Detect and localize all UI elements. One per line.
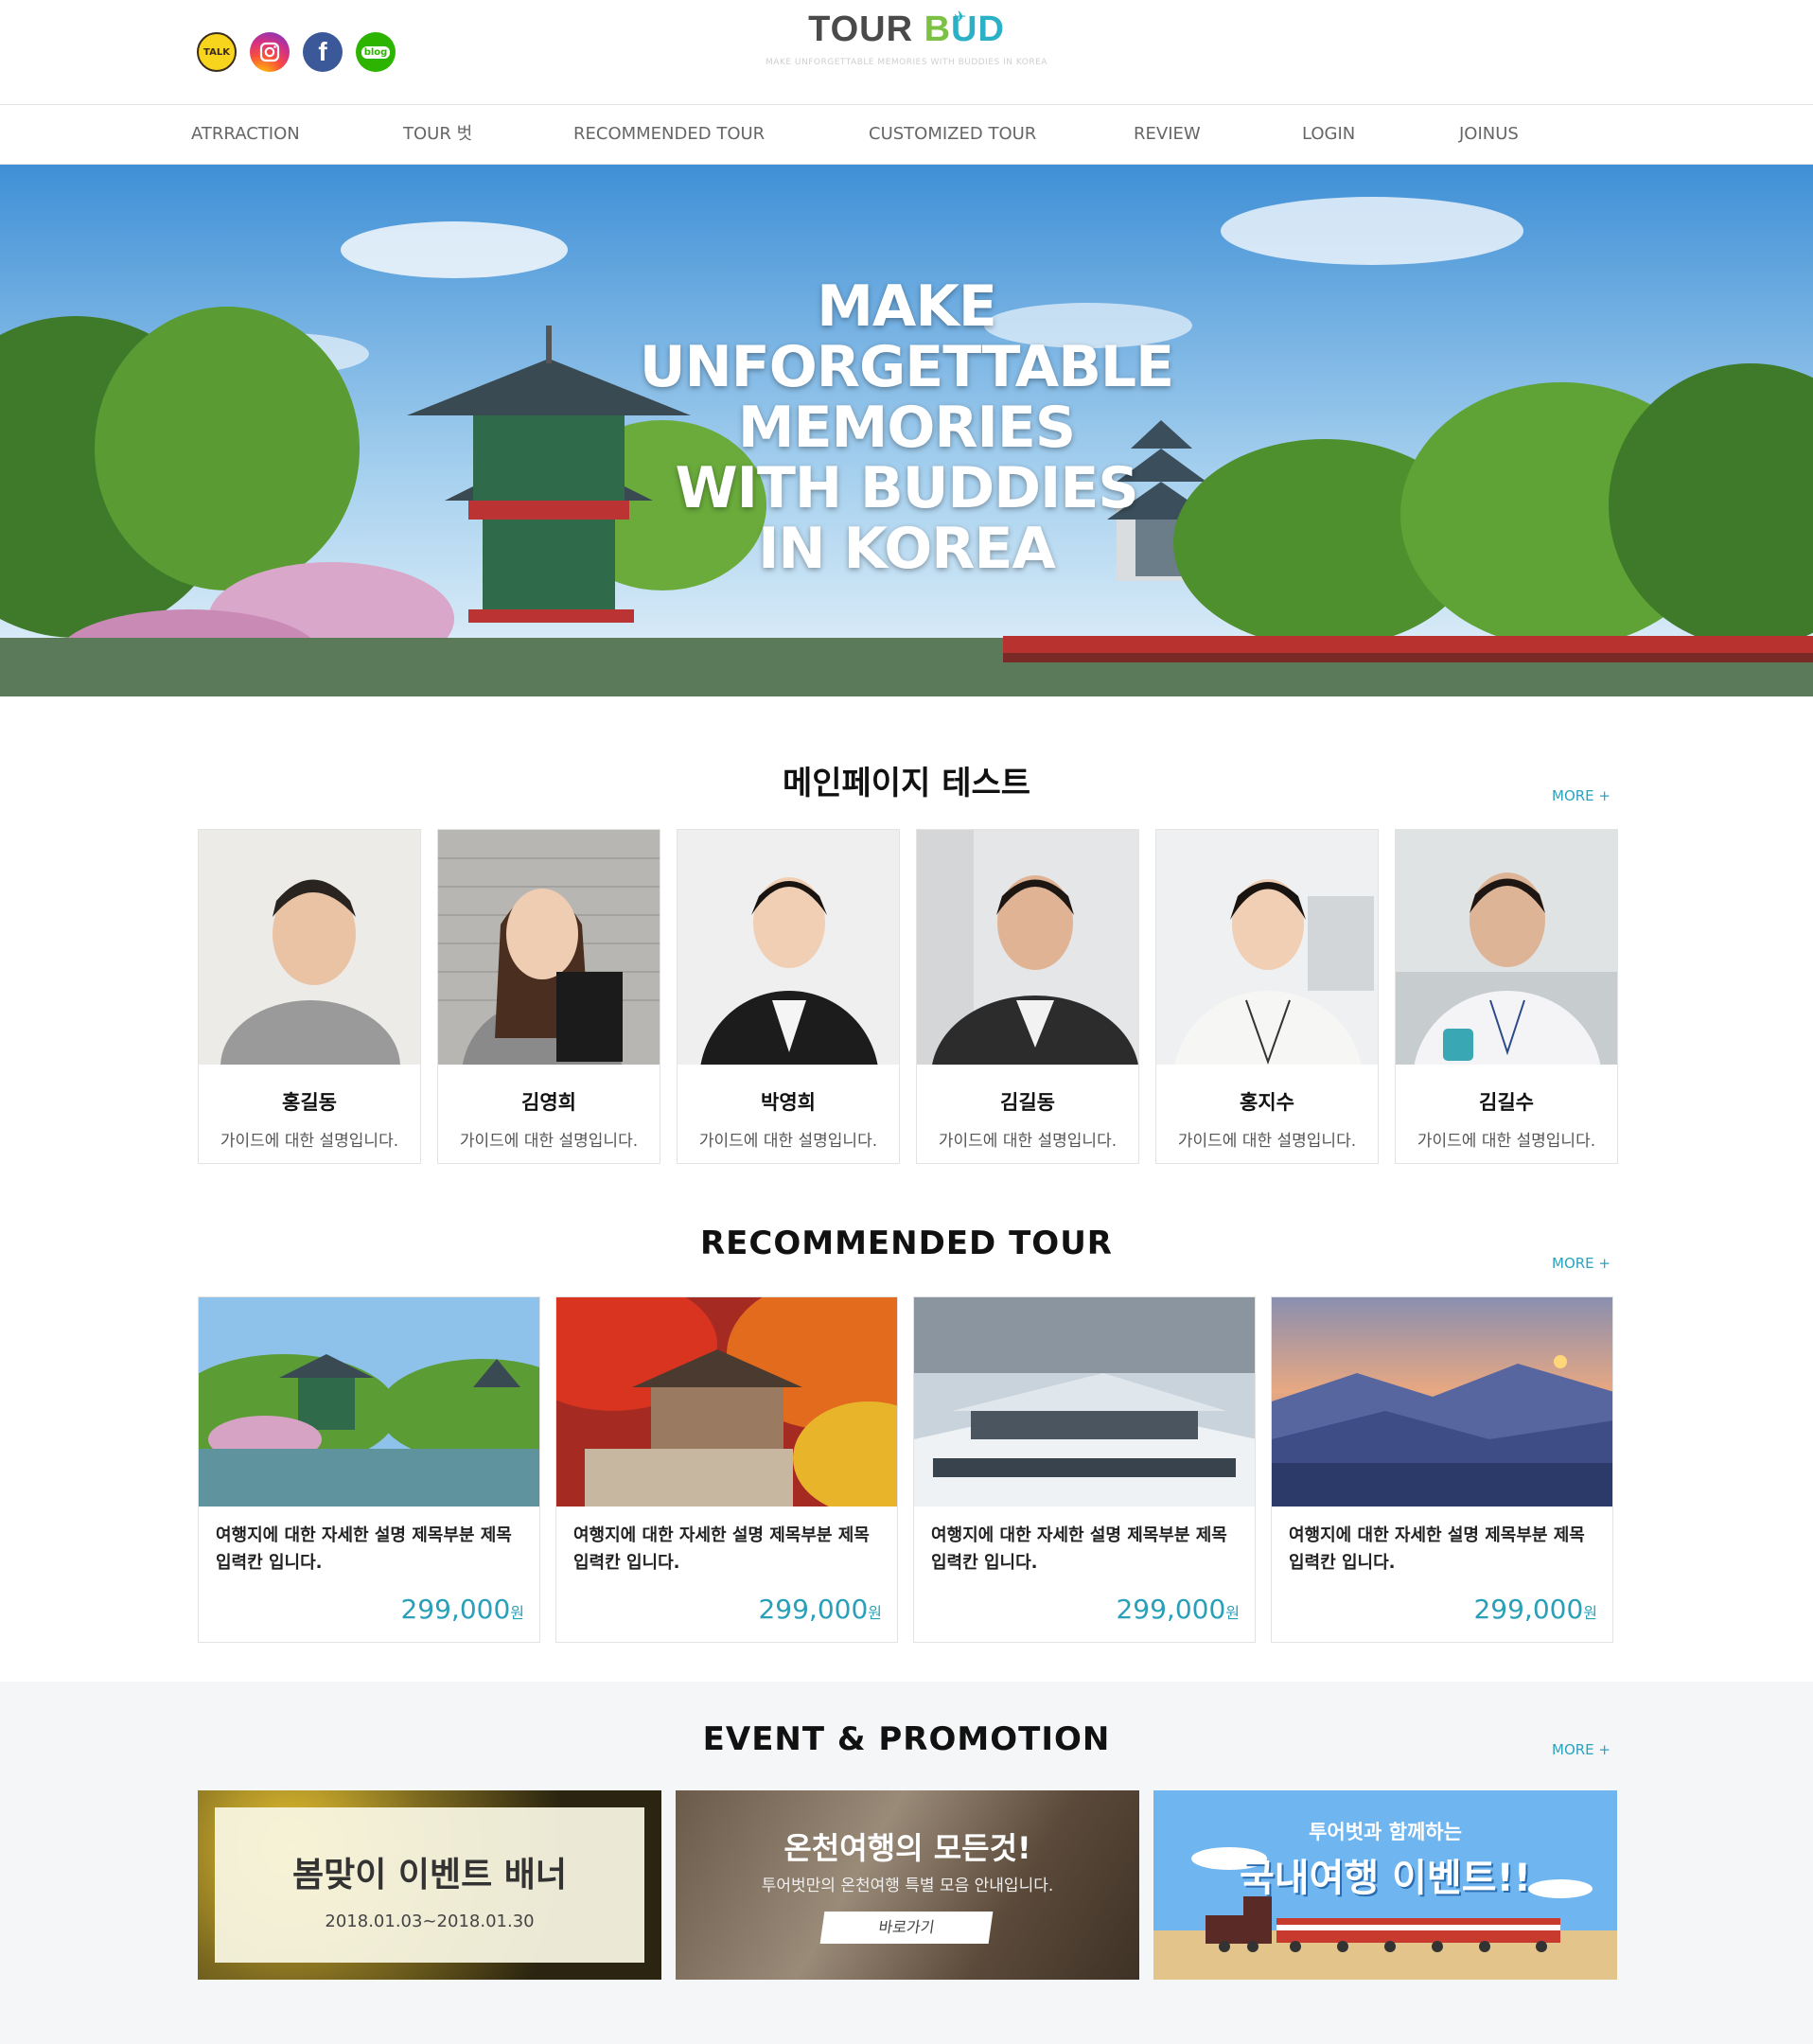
tour-price: 299,000원 <box>1473 1594 1597 1625</box>
guide-photo <box>438 830 660 1065</box>
tour-photo <box>1272 1297 1612 1507</box>
tour-price: 299,000원 <box>1116 1594 1240 1625</box>
hero-headline: MAKE UNFORGETTABLE MEMORIES WITH BUDDIES… <box>0 276 1813 579</box>
tour-price-value: 299,000 <box>1473 1594 1584 1625</box>
tour-desc: 여행지에 대한 자세한 설명 제목부분 제목 입력칸 입니다. <box>1289 1525 1585 1573</box>
guide-name: 박영희 <box>761 1091 816 1114</box>
tour-list: 여행지에 대한 자세한 설명 제목부분 제목 입력칸 입니다. 299,000원… <box>198 1296 1613 1643</box>
event-title: 국내여행 이벤트!! <box>1239 1857 1531 1900</box>
guide-desc: 가이드에 대한 설명입니다. <box>459 1132 639 1151</box>
tour-card[interactable]: 여행지에 대한 자세한 설명 제목부분 제목 입력칸 입니다. 299,000원 <box>198 1296 540 1643</box>
nav-customized-tour[interactable]: CUSTOMIZED TOUR <box>869 105 1036 164</box>
hero-line: IN KOREA <box>758 516 1056 582</box>
events-more-link[interactable]: MORE + <box>1552 1741 1611 1758</box>
guide-photo <box>678 830 899 1065</box>
event-banner-domestic[interactable]: 투어벗과 함께하는 국내여행 이벤트!! <box>1153 1790 1617 1980</box>
guide-card[interactable]: 홍길동 가이드에 대한 설명입니다. <box>198 829 421 1164</box>
guides-more-link[interactable]: MORE + <box>1552 787 1611 804</box>
guide-photo <box>199 830 420 1065</box>
hero-line: WITH BUDDIES <box>675 455 1138 521</box>
tour-photo <box>556 1297 897 1507</box>
guide-photo <box>917 830 1138 1065</box>
nav-login[interactable]: LOGIN <box>1302 105 1355 164</box>
guide-desc: 가이드에 대한 설명입니다. <box>220 1132 399 1151</box>
tour-price-unit: 원 <box>1583 1604 1597 1622</box>
guide-name: 김길수 <box>1479 1091 1534 1114</box>
event-date: 2018.01.03~2018.01.30 <box>325 1912 535 1931</box>
tour-price-unit: 원 <box>1225 1604 1240 1622</box>
guide-name: 김영희 <box>521 1091 576 1114</box>
tour-desc: 여행지에 대한 자세한 설명 제목부분 제목 입력칸 입니다. <box>573 1525 870 1573</box>
guide-name: 홍지수 <box>1240 1091 1294 1114</box>
tours-title: RECOMMENDED TOUR <box>699 1225 1113 1262</box>
hero-line: UNFORGETTABLE <box>639 334 1174 400</box>
tour-price-value: 299,000 <box>758 1594 869 1625</box>
main-nav: ATRRACTION TOUR 벗 RECOMMENDED TOUR CUSTO… <box>0 104 1813 165</box>
tours-more-link[interactable]: MORE + <box>1552 1255 1611 1272</box>
tour-photo <box>914 1297 1255 1507</box>
guide-card[interactable]: 김길동 가이드에 대한 설명입니다. <box>916 829 1139 1164</box>
tour-desc: 여행지에 대한 자세한 설명 제목부분 제목 입력칸 입니다. <box>931 1525 1227 1573</box>
guide-desc: 가이드에 대한 설명입니다. <box>938 1132 1118 1151</box>
event-title: 온천여행의 모든것! <box>783 1830 1031 1866</box>
event-banner-spring[interactable]: 봄맞이 이벤트 배너 2018.01.03~2018.01.30 <box>198 1790 661 1980</box>
hero-banner: MAKE UNFORGETTABLE MEMORIES WITH BUDDIES… <box>0 165 1813 696</box>
nav-joinus[interactable]: JOINUS <box>1459 105 1519 164</box>
guide-name: 김길동 <box>1000 1091 1055 1114</box>
guides-title: 메인페이지 테스트 <box>782 765 1031 802</box>
guide-desc: 가이드에 대한 설명입니다. <box>1177 1132 1357 1151</box>
tour-price-unit: 원 <box>510 1604 524 1622</box>
event-list: 봄맞이 이벤트 배너 2018.01.03~2018.01.30 온천여행의 모… <box>198 1790 1617 1980</box>
tour-price-value: 299,000 <box>400 1594 511 1625</box>
nav-review[interactable]: REVIEW <box>1134 105 1201 164</box>
guide-card[interactable]: 김길수 가이드에 대한 설명입니다. <box>1395 829 1618 1164</box>
guide-name: 홍길동 <box>282 1091 337 1114</box>
tour-price: 299,000원 <box>400 1594 524 1625</box>
guide-card[interactable]: 홍지수 가이드에 대한 설명입니다. <box>1155 829 1379 1164</box>
nav-recommended-tour[interactable]: RECOMMENDED TOUR <box>573 105 765 164</box>
tour-card[interactable]: 여행지에 대한 자세한 설명 제목부분 제목 입력칸 입니다. 299,000원 <box>913 1296 1256 1643</box>
nav-attraction[interactable]: ATRRACTION <box>191 105 300 164</box>
event-kicker: 투어벗과 함께하는 <box>1309 1821 1462 1843</box>
airplane-icon: ✈ <box>954 8 967 26</box>
guide-desc: 가이드에 대한 설명입니다. <box>1417 1132 1596 1151</box>
guide-photo <box>1396 830 1617 1065</box>
logo-tour: TOUR <box>808 9 914 49</box>
event-subtitle: 투어벗만의 온천여행 특별 모음 안내입니다. <box>761 1877 1054 1895</box>
nav-tour-buddy[interactable]: TOUR 벗 <box>403 105 472 164</box>
event-box: 봄맞이 이벤트 배너 2018.01.03~2018.01.30 <box>215 1807 644 1963</box>
tour-desc: 여행지에 대한 자세한 설명 제목부분 제목 입력칸 입니다. <box>216 1525 512 1573</box>
tour-photo <box>199 1297 539 1507</box>
guide-desc: 가이드에 대한 설명입니다. <box>698 1132 878 1151</box>
events-title: EVENT & PROMOTION <box>702 1720 1111 1758</box>
tour-card[interactable]: 여행지에 대한 자세한 설명 제목부분 제목 입력칸 입니다. 299,000원 <box>555 1296 898 1643</box>
event-go-button[interactable]: 바로가기 <box>819 1912 994 1944</box>
event-title: 봄맞이 이벤트 배너 <box>291 1856 568 1894</box>
hero-line: MEMORIES <box>737 395 1076 461</box>
hero-line: MAKE <box>817 273 997 340</box>
event-banner-hotspring[interactable]: 온천여행의 모든것! 투어벗만의 온천여행 특별 모음 안내입니다. 바로가기 <box>676 1790 1139 1980</box>
site-logo[interactable]: TOUR BUD ✈ MAKE UNFORGETTABLE MEMORIES W… <box>0 8 1813 67</box>
logo-b: B <box>924 9 952 49</box>
guide-card[interactable]: 박영희 가이드에 대한 설명입니다. <box>677 829 900 1164</box>
tour-card[interactable]: 여행지에 대한 자세한 설명 제목부분 제목 입력칸 입니다. 299,000원 <box>1271 1296 1613 1643</box>
guide-photo <box>1156 830 1378 1065</box>
tour-price: 299,000원 <box>758 1594 882 1625</box>
top-header: TALK f blog TOUR BUD ✈ MAKE UNFORGETTABL… <box>0 0 1813 104</box>
guide-list: 홍길동 가이드에 대한 설명입니다. 김영희 가이드에 대한 설명입니다. 박영… <box>198 829 1618 1164</box>
tour-price-unit: 원 <box>868 1604 882 1622</box>
logo-tagline: MAKE UNFORGETTABLE MEMORIES WITH BUDDIES… <box>766 58 1047 67</box>
tour-price-value: 299,000 <box>1116 1594 1226 1625</box>
guide-card[interactable]: 김영희 가이드에 대한 설명입니다. <box>437 829 660 1164</box>
